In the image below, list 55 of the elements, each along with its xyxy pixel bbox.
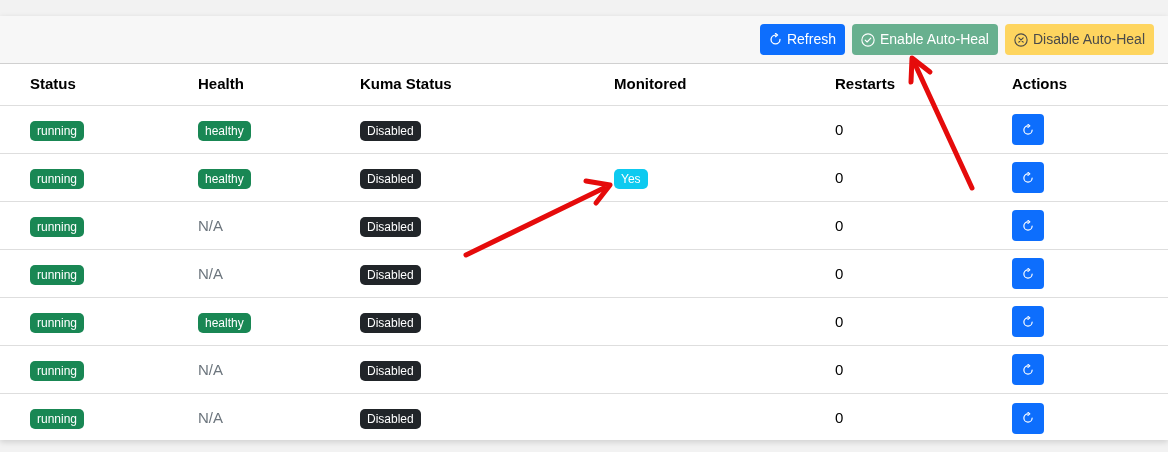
monitored-badge: Yes — [614, 168, 648, 189]
refresh-icon — [1022, 315, 1034, 328]
x-circle-icon — [1013, 32, 1028, 47]
health-badge: healthy — [198, 312, 251, 333]
restart-count: 0 — [835, 409, 844, 426]
kuma-status-badge: Disabled — [360, 120, 421, 141]
restart-count: 0 — [835, 217, 844, 234]
refresh-icon — [1022, 267, 1034, 280]
health-text: N/A — [198, 409, 223, 426]
enable-button[interactable]: Enable Auto-Heal — [851, 24, 998, 55]
restart-count: 0 — [835, 313, 844, 330]
status-badge: running — [30, 360, 85, 381]
column-header: Kuma Status — [360, 74, 452, 95]
column-header: Monitored — [614, 74, 687, 95]
restart-button[interactable] — [1012, 402, 1044, 434]
health-badge: healthy — [198, 168, 251, 189]
restart-button[interactable] — [1012, 114, 1044, 145]
refresh-icon — [1022, 123, 1034, 136]
kuma-status-badge: Disabled — [360, 168, 421, 189]
restart-count: 0 — [835, 121, 844, 138]
disable-button[interactable]: Disable Auto-Heal — [1004, 24, 1154, 55]
check-circle-icon — [860, 32, 875, 47]
kuma-status-badge: Disabled — [360, 409, 421, 429]
restart-count: 0 — [835, 265, 844, 282]
refresh-icon — [768, 33, 782, 46]
column-header: Actions — [1012, 74, 1067, 95]
health-badge: healthy — [198, 120, 251, 141]
restart-count: 0 — [835, 361, 844, 378]
column-header: Restarts — [835, 74, 896, 95]
refresh-icon — [1022, 171, 1034, 184]
restart-button[interactable] — [1012, 306, 1044, 337]
health-text: N/A — [198, 264, 223, 282]
refresh-icon — [1022, 363, 1034, 376]
status-badge: running — [30, 216, 85, 237]
restart-button[interactable] — [1012, 162, 1044, 193]
kuma-status-badge: Disabled — [360, 312, 421, 333]
restart-button[interactable] — [1012, 258, 1044, 289]
health-text: N/A — [198, 216, 223, 234]
kuma-status-badge: Disabled — [360, 216, 421, 237]
kuma-status-badge: Disabled — [360, 360, 421, 381]
status-badge: running — [30, 120, 85, 141]
refresh-button[interactable]: Refresh — [759, 24, 845, 55]
status-badge: running — [30, 264, 85, 285]
refresh-icon — [1022, 219, 1034, 232]
restart-count: 0 — [835, 169, 844, 186]
refresh-icon — [1022, 412, 1034, 424]
kuma-status-badge: Disabled — [360, 264, 421, 285]
health-text: N/A — [198, 360, 223, 378]
column-header: Status — [30, 74, 76, 95]
status-badge: running — [30, 168, 85, 189]
status-badge: running — [30, 312, 85, 333]
column-header: Health — [198, 74, 244, 95]
restart-button[interactable] — [1012, 210, 1044, 241]
restart-button[interactable] — [1012, 354, 1044, 385]
status-badge: running — [30, 409, 85, 429]
